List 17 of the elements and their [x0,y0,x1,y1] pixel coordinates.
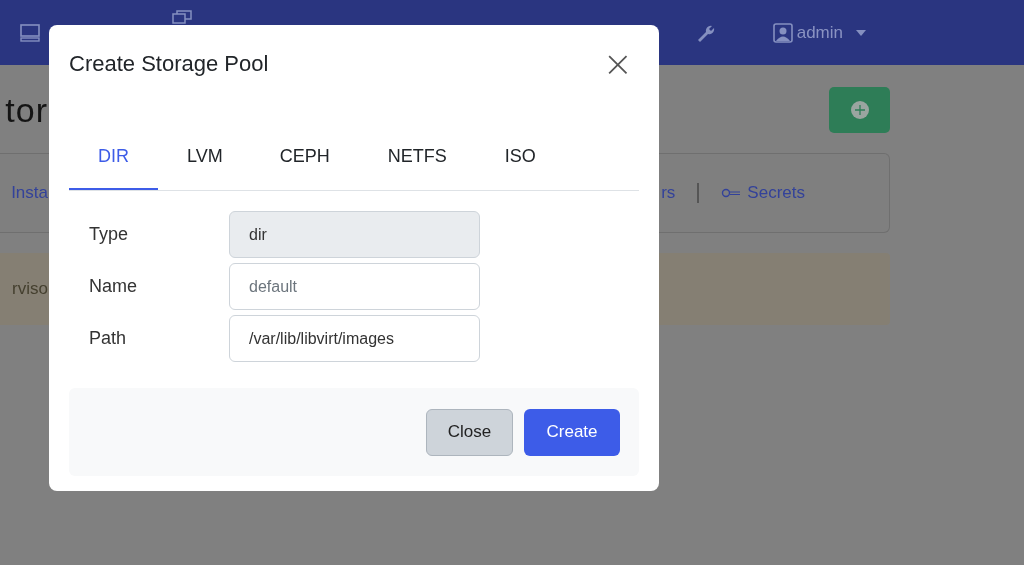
close-button[interactable]: Close [426,408,513,456]
alert-text: rviso [11,279,48,299]
field-label: Type [89,224,130,245]
field-label: Path [89,328,128,349]
input-field[interactable]: /var/lib/libvirt/images [229,315,480,362]
field-label: Name [89,276,138,297]
tab[interactable]: LVM [158,125,251,190]
create-button[interactable]: Create [524,408,620,456]
tab[interactable]: CEPH [250,125,359,190]
user-menu[interactable]: admin [772,22,866,43]
input-field[interactable]: default [229,263,480,310]
page-heading: tor [4,90,48,130]
tab[interactable]: ISO [475,125,565,190]
dialog-title: Create Storage Pool [69,51,269,77]
tab[interactable]: DIR [69,125,158,190]
close-button[interactable]: × [596,46,639,82]
tab[interactable]: NETFS [358,125,476,190]
